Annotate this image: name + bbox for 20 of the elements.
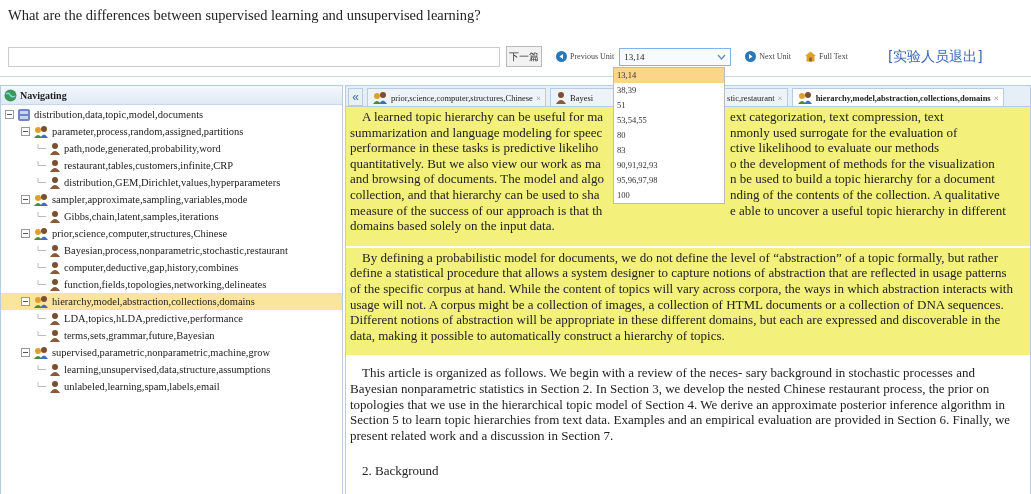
text-line: ext categorization, text compression, text bbox=[730, 109, 944, 125]
question-text: What are the differences between supervised learning and unsupervised learning? bbox=[7, 6, 482, 25]
text-line: collection, and that hierarchy can be used to sha bbox=[350, 186, 601, 203]
text-line: nmonly used surrogate for the evaluation of bbox=[730, 124, 958, 141]
text-line: e able to uncover a useful topic hierarchy in different bbox=[730, 202, 1006, 219]
paragraph-text: 2. Background bbox=[361, 463, 440, 479]
text-line: o the development of methods for the visualization bbox=[730, 155, 995, 172]
text-line: nding of the contents of the collection. A qualitative bbox=[730, 186, 1000, 203]
text-line: ctive likelihood to evaluate our methods bbox=[730, 140, 940, 156]
panel-title: Navigating bbox=[20, 89, 67, 101]
paragraph-text: By defining a probabilistic model for documents, we do not define the level of “abstraction” of a topic formally, but rather define a statistical procedure that allows a system designer to capture notions of abstraction that are reflected in usage patterns of the specific corpus at hand. While the content of topics will vary across corpora, the ways in which abstraction interacts with usage will not. A corpus might be a collection of images, a collection of HTML documents or a collection of DNA sequences. Different notions of abstraction will be appropriate in these different domains, but each are expressed and discoverable in the data, making it possible to automatically construct a hierarchy of topics. bbox=[350, 249, 1014, 344]
text-line: and browsing of documents. The model and algo bbox=[350, 171, 605, 187]
text-line: A learned topic hierarchy can be useful for ma bbox=[362, 109, 605, 125]
paragraph-text: This article is organized as follows. We begin with a review of the neces- sary background in stochastic processes and Bayesian nonparametric statistics in Section 2. In Section 3, we develop the nested Chinese restaurant process, the prior on topologies that we use in the hierarchical topic model of Section 4. We derive an approximate posterior inference algorithm in Section 5 to learn topic hierarchies from text data. Examples and an empirical evaluation are provided in Section 6. Finally, we present related work and a discussion in Section 7. bbox=[350, 365, 1012, 444]
text-line: summarization and language modeling for speec bbox=[350, 124, 604, 141]
text-line: performance in these tasks is predictive likeliho bbox=[350, 140, 600, 156]
text-line: quantitatively. But we also view our work as ma bbox=[350, 155, 602, 172]
text-line: n be used to build a topic hierarchy for a document bbox=[730, 171, 995, 187]
text-line: domains based solely on the input data. bbox=[350, 218, 556, 234]
text-line: measure of the success of our approach is that th bbox=[350, 202, 604, 219]
